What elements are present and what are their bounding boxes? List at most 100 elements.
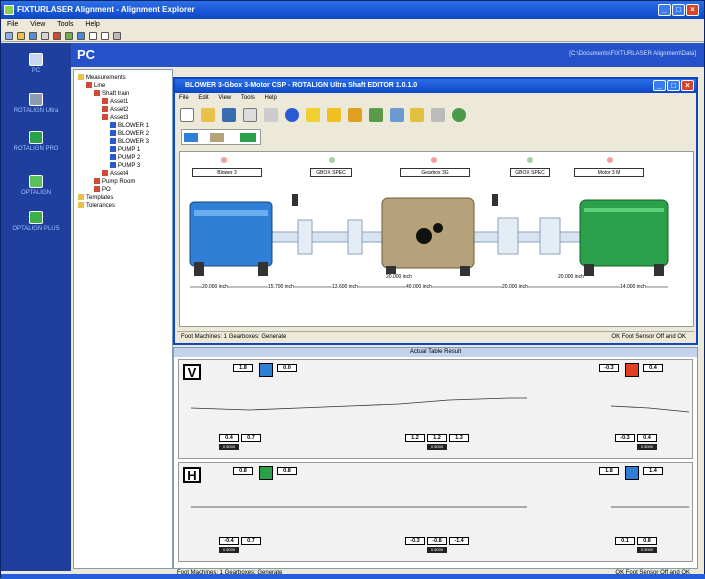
tree-item[interactable]: Tolerances xyxy=(78,202,115,210)
tree-item[interactable]: PO xyxy=(94,186,111,194)
tree-item[interactable]: Asset4 xyxy=(102,170,128,178)
machine-icon[interactable] xyxy=(368,108,383,122)
coupling-2b[interactable] xyxy=(539,217,561,255)
new-icon[interactable] xyxy=(180,108,194,122)
nav-item-rotalign-pro[interactable]: ROTALIGN PRO xyxy=(1,131,71,152)
menu-file[interactable]: File xyxy=(7,21,18,28)
refresh-icon[interactable] xyxy=(112,32,121,40)
dim-value: 15.700 inch xyxy=(268,284,294,290)
tree-item[interactable]: Line xyxy=(86,82,105,90)
editor-maximize-button[interactable]: □ xyxy=(667,80,680,91)
undo-icon[interactable] xyxy=(88,32,97,40)
nav-item-optalign-plus[interactable]: OPTALIGN PLUS xyxy=(1,211,71,232)
open-icon[interactable] xyxy=(200,108,215,122)
redo-icon[interactable] xyxy=(100,32,109,40)
editor-menu-file[interactable]: File xyxy=(179,95,189,101)
tree-item[interactable]: Asset3 xyxy=(102,114,128,122)
dim-label: 20.000 inch xyxy=(386,274,412,280)
v-value: -0.3 xyxy=(599,364,619,372)
import-icon[interactable] xyxy=(64,32,73,40)
editor-menu-view[interactable]: View xyxy=(218,95,231,101)
export-icon[interactable] xyxy=(76,32,85,40)
tree-node-icon xyxy=(110,162,116,169)
tree-item[interactable]: Pump Room xyxy=(94,178,135,186)
tree-item[interactable]: Shaft train xyxy=(94,90,129,98)
preview-icon[interactable] xyxy=(242,108,257,122)
coupling-2[interactable] xyxy=(497,217,519,255)
editor-minimize-button[interactable]: _ xyxy=(653,80,666,91)
results-header: Actual Table Result xyxy=(174,348,697,357)
tree-item[interactable]: BLOWER 3 xyxy=(110,138,149,146)
save-icon[interactable] xyxy=(28,32,37,40)
h-value: 0.8 xyxy=(277,467,297,475)
open-icon[interactable] xyxy=(16,32,25,40)
nav-item-rotalign-ultra[interactable]: ROTALIGN Ultra xyxy=(1,93,71,114)
editor-close-button[interactable]: × xyxy=(681,80,694,91)
coupling-1[interactable] xyxy=(297,219,313,255)
editor-title-bar: BLOWER 3-Gbox 3-Motor CSP - ROTALIGN Ult… xyxy=(175,79,696,93)
tree-item[interactable]: PUMP 2 xyxy=(110,154,140,162)
spacer-icon[interactable] xyxy=(347,108,362,122)
horizontal-results: H 0.8 0.8 1.8 1.4 -0.4 0.7 -0.3 -0.8 -1.… xyxy=(178,462,693,562)
link-icon[interactable] xyxy=(431,108,446,122)
editor-menu-tools[interactable]: Tools xyxy=(241,95,255,101)
menu-help[interactable]: Help xyxy=(85,21,99,28)
info-icon[interactable] xyxy=(284,108,299,122)
foot xyxy=(584,264,594,276)
tree-item[interactable]: PUMP 3 xyxy=(110,162,140,170)
tolerance-label: 0.5000 xyxy=(219,444,239,450)
settings-icon[interactable] xyxy=(389,108,404,122)
coupling-icon[interactable] xyxy=(326,108,341,122)
tree-item[interactable]: Asset2 xyxy=(102,106,128,114)
vertical-offset-line-motor xyxy=(610,405,690,413)
tree-item[interactable]: PUMP 1 xyxy=(110,146,140,154)
editor-menu-edit[interactable]: Edit xyxy=(198,95,208,101)
window-title: FIXTURLASER Alignment - Alignment Explor… xyxy=(17,5,195,14)
vertical-offset-line xyxy=(190,397,527,411)
gearbox-port xyxy=(416,228,432,244)
coupling-1b[interactable] xyxy=(347,219,363,255)
print-icon[interactable] xyxy=(263,108,278,122)
editor-menu-help[interactable]: Help xyxy=(265,95,277,101)
foot xyxy=(194,262,204,276)
v-value: 0.0 xyxy=(277,364,297,372)
close-button[interactable]: × xyxy=(686,4,699,16)
tools-icon[interactable] xyxy=(410,108,425,122)
status-dot xyxy=(527,157,533,163)
h-value: -1.4 xyxy=(449,537,469,545)
print-icon[interactable] xyxy=(40,32,49,40)
tree-item[interactable]: BLOWER 1 xyxy=(110,122,149,130)
v-value: 1.8 xyxy=(233,364,253,372)
tree-item[interactable]: Asset1 xyxy=(102,98,128,106)
tolerance-label: 0.5000 xyxy=(427,547,447,553)
tree-item[interactable]: BLOWER 2 xyxy=(110,130,149,138)
status-dot xyxy=(221,157,227,163)
tree-item-label: Asset4 xyxy=(110,171,129,177)
tree-node-icon xyxy=(102,170,108,177)
tree-item-label: Asset1 xyxy=(110,99,129,105)
vertical-shaft-plot xyxy=(190,397,690,413)
globe-icon[interactable] xyxy=(452,108,467,122)
foot xyxy=(460,266,470,276)
tree-item[interactable]: Measurements xyxy=(78,74,126,82)
menu-tools[interactable]: Tools xyxy=(57,21,73,28)
new-icon[interactable] xyxy=(5,32,13,40)
tree-item[interactable]: Templates xyxy=(78,194,113,202)
v-value: 0.4 xyxy=(637,434,657,442)
minimize-button[interactable]: _ xyxy=(658,4,671,16)
maximize-button[interactable]: □ xyxy=(672,4,685,16)
save-icon[interactable] xyxy=(221,108,236,122)
h-value: 0.7 xyxy=(241,537,261,545)
v-value: 1.2 xyxy=(427,434,447,442)
dim-value: 14.000 inch xyxy=(620,284,646,290)
tree-node-icon xyxy=(86,82,92,89)
ok-icon xyxy=(259,363,273,377)
machine-train-thumbnail[interactable] xyxy=(181,129,261,145)
nav-item-pc[interactable]: PC xyxy=(1,53,71,74)
delete-icon[interactable] xyxy=(52,32,61,40)
menu-view[interactable]: View xyxy=(30,21,45,28)
v-value: 0.4 xyxy=(643,364,663,372)
nav-item-optalign[interactable]: OPTALIGN xyxy=(1,175,71,196)
tree-node-icon xyxy=(110,146,116,153)
gearbox-icon[interactable] xyxy=(305,108,320,122)
